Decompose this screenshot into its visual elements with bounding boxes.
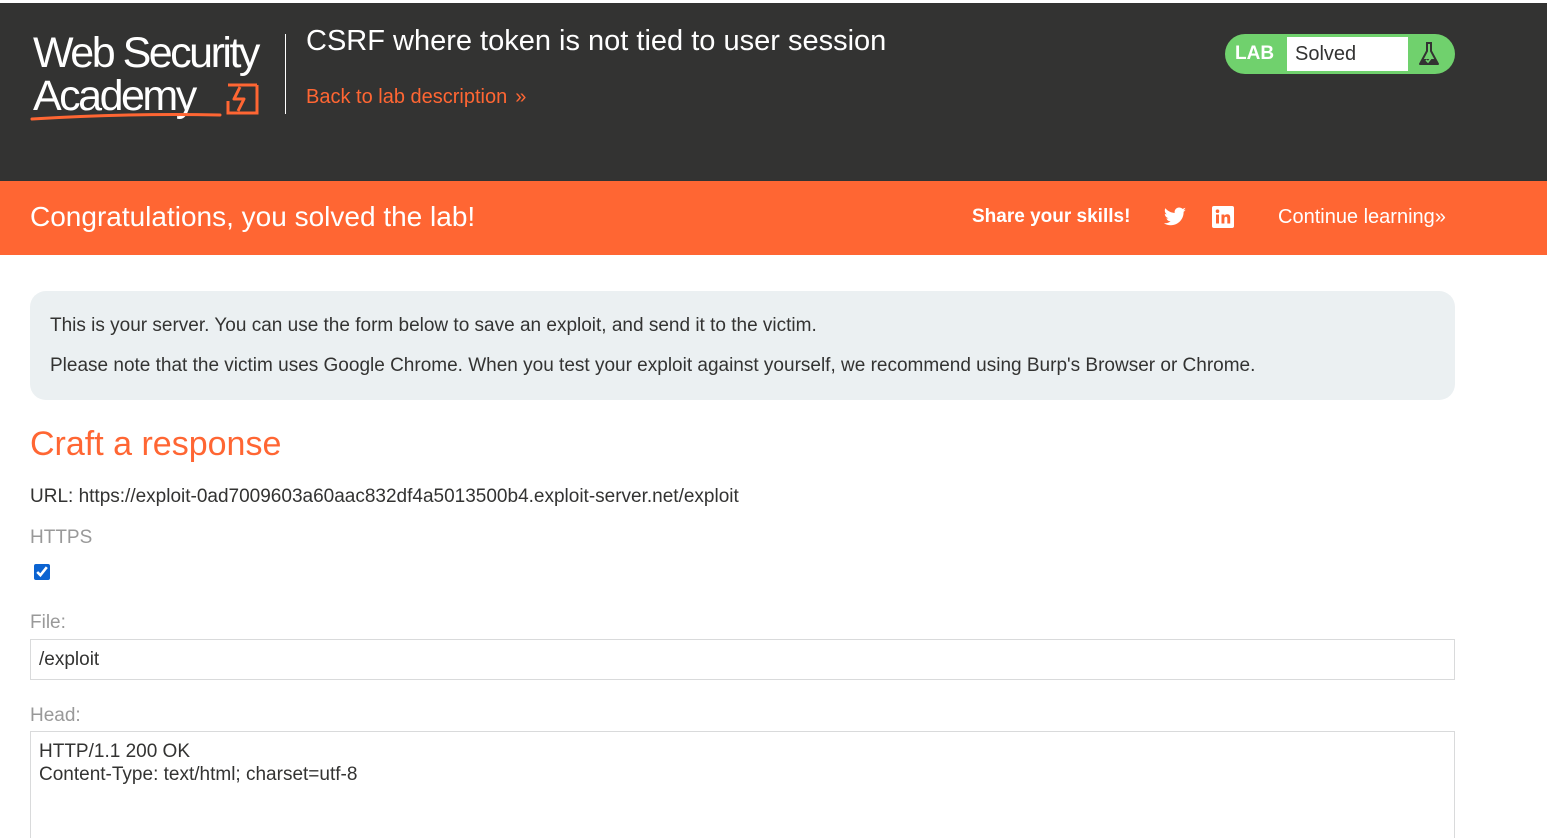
continue-learning-link[interactable]: Continue learning» [1278, 206, 1446, 229]
congratulations-message: Congratulations, you solved the lab! [30, 201, 476, 232]
chevron-right-double-icon: » [1434, 206, 1446, 228]
https-label: HTTPS [30, 527, 93, 548]
lab-title: CSRF where token is not tied to user ses… [306, 25, 887, 57]
flask-icon [1419, 42, 1439, 65]
academy-header: Web Security Academy CSRF where token is… [0, 0, 1547, 181]
info-line-2: Please note that the victim uses Google … [50, 355, 1256, 376]
head-label: Head: [30, 705, 81, 726]
lab-status-widget: LAB Solved [1225, 34, 1455, 74]
exploit-server-page: Web Security Academy CSRF where token is… [0, 0, 1547, 838]
info-line-1: This is your server. You can use the for… [50, 315, 817, 336]
file-input[interactable] [30, 639, 1455, 680]
server-info-box: This is your server. You can use the for… [30, 291, 1455, 400]
share-skills-label: Share your skills! [972, 206, 1131, 227]
craft-response-heading: Craft a response [30, 425, 282, 463]
head-textarea[interactable]: HTTP/1.1 200 OK Content-Type: text/html;… [30, 731, 1455, 838]
linkedin-icon[interactable] [1211, 205, 1235, 229]
back-to-lab-description-link[interactable]: Back to lab description » [306, 86, 526, 109]
chevron-right-double-icon: » [515, 86, 527, 108]
file-label: File: [30, 612, 66, 633]
https-checkbox[interactable] [34, 564, 50, 580]
solved-banner: Congratulations, you solved the lab! Sha… [0, 181, 1547, 255]
continue-learning-label: Continue learning [1278, 206, 1435, 228]
lab-status-box: Solved [1287, 37, 1408, 71]
web-security-academy-logo[interactable]: Web Security Academy [30, 27, 285, 123]
lab-badge: LAB [1235, 43, 1275, 64]
exploit-url: URL: https://exploit-0ad7009603a60aac832… [30, 486, 739, 507]
header-divider [285, 34, 286, 114]
twitter-icon[interactable] [1162, 205, 1188, 229]
lab-status-text: Solved [1295, 43, 1357, 65]
logo-lightning-icon [30, 83, 259, 121]
back-link-label: Back to lab description [306, 86, 508, 108]
